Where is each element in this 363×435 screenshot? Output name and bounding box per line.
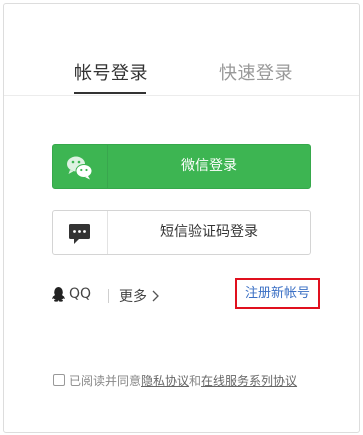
tab-account-login[interactable]: 帐号登录 bbox=[74, 62, 148, 86]
chevron-right-icon bbox=[152, 290, 159, 302]
more-login-options[interactable]: 更多 bbox=[119, 286, 159, 306]
qq-login-link[interactable]: QQ bbox=[52, 286, 91, 302]
wechat-icon bbox=[53, 145, 107, 188]
qq-login-label: QQ bbox=[69, 286, 92, 302]
agreement-prefix: 已阅读并同意 bbox=[69, 373, 142, 388]
agreement-checkbox[interactable] bbox=[53, 374, 65, 386]
active-tab-indicator bbox=[74, 92, 146, 94]
sms-login-button[interactable]: 短信验证码登录 bbox=[52, 210, 311, 255]
tab-quick-login[interactable]: 快速登录 bbox=[219, 62, 293, 86]
sms-message-icon bbox=[53, 211, 107, 254]
register-new-account-link[interactable]: 注册新帐号 bbox=[235, 278, 320, 309]
login-panel: 帐号登录 快速登录 微信登录 短信验证码登录 QQ 更多 注册新帐号 已阅读并同… bbox=[3, 3, 360, 433]
sms-login-label: 短信验证码登录 bbox=[160, 224, 258, 240]
agreement-row: 已阅读并同意 隐私协议和在线服务系列协议 bbox=[53, 371, 297, 389]
privacy-agreement-link[interactable]: 隐私协议 bbox=[141, 372, 189, 389]
agreement-conjunction: 和 bbox=[189, 373, 202, 388]
login-tabs: 帐号登录 快速登录 bbox=[4, 4, 359, 96]
qq-penguin-icon bbox=[52, 287, 65, 302]
wechat-login-label: 微信登录 bbox=[181, 158, 237, 174]
other-login-divider bbox=[108, 289, 109, 303]
service-agreement-link[interactable]: 在线服务系列协议 bbox=[201, 372, 297, 389]
wechat-login-button[interactable]: 微信登录 bbox=[52, 144, 311, 189]
more-label: 更多 bbox=[119, 289, 147, 305]
